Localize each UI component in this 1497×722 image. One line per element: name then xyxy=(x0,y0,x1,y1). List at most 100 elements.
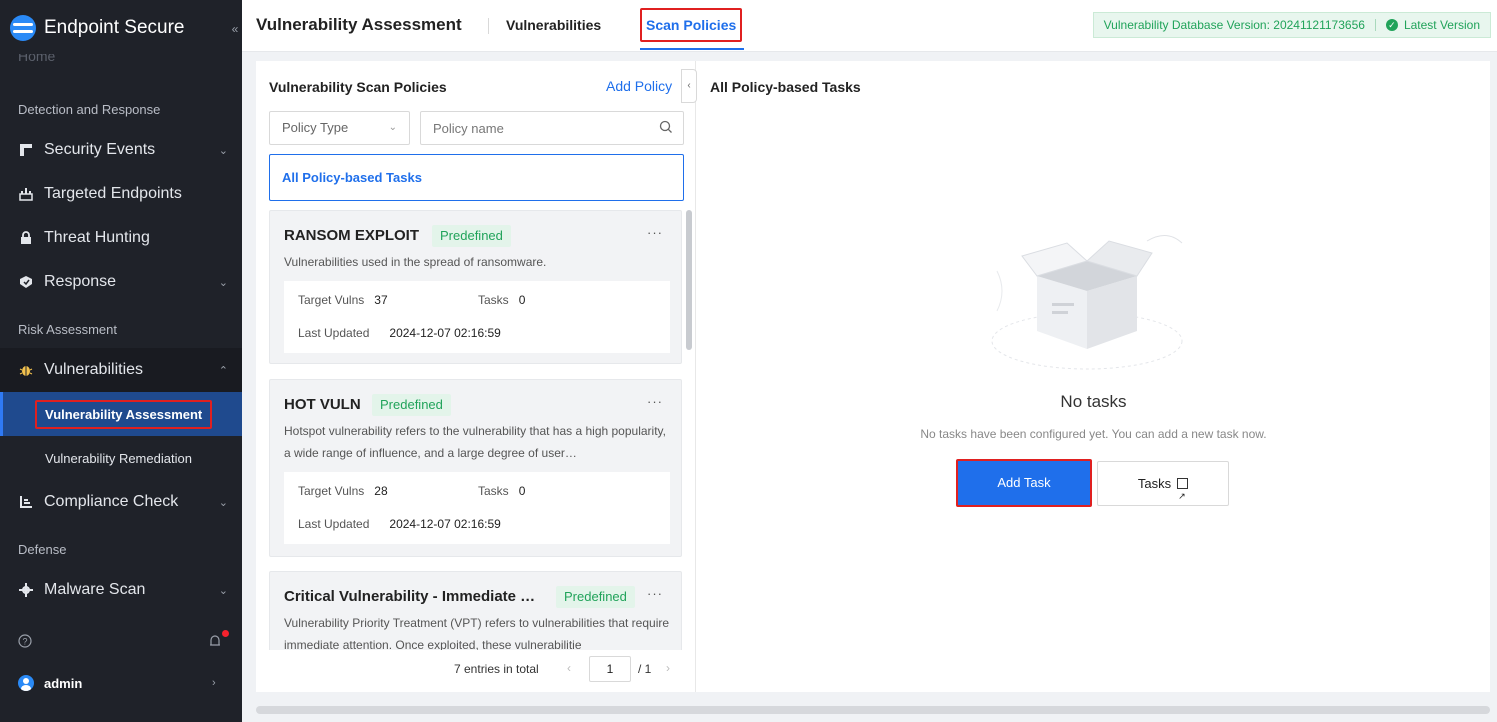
endpoint-secure-logo-icon xyxy=(10,15,36,41)
section-detection: Detection and Response xyxy=(18,102,161,117)
db-version-text: Vulnerability Database Version: 20241121… xyxy=(1103,18,1365,32)
sidebar-item-vulnerability-remediation[interactable]: Vulnerability Remediation xyxy=(0,436,242,480)
chevron-right-icon: › xyxy=(212,677,216,689)
external-link-icon xyxy=(1177,475,1189,518)
policy-type-placeholder: Policy Type xyxy=(282,120,349,135)
more-options-icon[interactable]: ··· xyxy=(647,225,663,240)
policy-stats: Target Vulns 37 Tasks 0 Last Updated 2024-1… xyxy=(284,281,670,353)
policy-card[interactable]: Critical Vulnerability - Immediate … Pre… xyxy=(269,571,682,650)
last-updated-stat: Last Updated 2024-12-07 02:16:59 xyxy=(298,517,501,531)
stat-value: 0 xyxy=(518,293,526,307)
sidebar-item-label: Threat Hunting xyxy=(44,229,150,246)
sidebar-item-label: Vulnerability Assessment xyxy=(35,399,213,429)
tab-vulnerabilities[interactable]: Vulnerabilities xyxy=(506,17,601,33)
policy-description: Hotspot vulnerability refers to the vuln… xyxy=(284,424,666,460)
chevron-down-icon: ⌄ xyxy=(388,122,397,133)
empty-state-description: No tasks have been configured yet. You c… xyxy=(920,427,1267,441)
last-updated-stat: Last Updated 2024-12-07 02:16:59 xyxy=(298,326,501,340)
bug-icon xyxy=(18,362,34,378)
check-circle-icon: ✓ xyxy=(1385,19,1398,31)
more-options-icon[interactable]: ··· xyxy=(647,394,663,409)
tasks-stat: Tasks 0 xyxy=(478,293,525,307)
stat-value: 2024-12-07 02:16:59 xyxy=(389,517,501,531)
chevron-down-icon: ⌄ xyxy=(218,496,228,509)
active-tab-indicator xyxy=(640,48,744,50)
sidebar-item-malware-scan[interactable]: Malware Scan ⌄ xyxy=(0,568,242,612)
policy-description: Vulnerability Priority Treatment (VPT) r… xyxy=(284,616,670,650)
policy-name-input[interactable] xyxy=(421,112,641,144)
gear-icon xyxy=(18,582,34,598)
stat-value: 28 xyxy=(374,484,388,498)
policy-search-box[interactable] xyxy=(420,111,684,145)
policy-name: RANSOM EXPLOIT xyxy=(284,227,420,244)
more-options-icon[interactable]: ··· xyxy=(647,586,663,601)
policy-name: HOT VULN xyxy=(284,396,361,413)
compliance-icon xyxy=(18,494,34,510)
user-menu[interactable]: admin xyxy=(18,675,82,691)
db-version-separator xyxy=(1374,19,1376,31)
lock-icon xyxy=(18,230,34,246)
next-page-chevron-icon[interactable]: › xyxy=(666,661,670,675)
policy-card[interactable]: RANSOM EXPLOIT Predefined ··· Vulnerabil… xyxy=(269,210,682,364)
chevron-up-icon: ⌃ xyxy=(218,364,228,377)
page-count: / 1 xyxy=(638,662,652,676)
collapse-sidebar-icon[interactable]: « xyxy=(228,20,242,38)
stat-label: Tasks xyxy=(478,293,509,307)
sidebar-item-vulnerability-assessment[interactable]: Vulnerability Assessment xyxy=(0,392,242,436)
sidebar-item-compliance-check[interactable]: Compliance Check ⌄ xyxy=(0,480,242,524)
stat-value: 0 xyxy=(518,484,526,498)
sidebar: Endpoint Secure « Home Detection and Res… xyxy=(0,0,242,722)
section-defense: Defense xyxy=(18,542,67,557)
empty-box-illustration-icon xyxy=(991,235,1183,370)
header-divider xyxy=(488,18,489,34)
chevron-down-icon: ⌄ xyxy=(218,584,228,597)
target-vulns-stat: Target Vulns 37 xyxy=(298,293,388,307)
tasks-stat: Tasks 0 xyxy=(478,484,525,498)
predefined-badge: Predefined xyxy=(556,586,635,608)
chevron-down-icon: ⌄ xyxy=(218,144,228,157)
add-policy-link[interactable]: Add Policy xyxy=(606,78,672,94)
sidebar-item-targeted-endpoints[interactable]: Targeted Endpoints xyxy=(0,172,242,216)
sidebar-item-vulnerabilities[interactable]: Vulnerabilities ⌃ xyxy=(0,348,242,392)
sidebar-item-security-events[interactable]: Security Events ⌄ xyxy=(0,128,242,172)
stat-label: Target Vulns xyxy=(298,484,365,498)
stat-value: 2024-12-07 02:16:59 xyxy=(389,326,501,340)
policy-panel-title: Vulnerability Scan Policies xyxy=(269,79,447,95)
username: admin xyxy=(44,675,83,691)
brand-name: Endpoint Secure xyxy=(44,17,185,38)
help-icon[interactable]: ? xyxy=(18,634,32,651)
tasks-button-label: Tasks xyxy=(1137,476,1172,491)
search-icon[interactable] xyxy=(659,120,673,134)
collapse-panel-chevron-left-icon[interactable]: ‹ xyxy=(681,69,697,103)
policy-list-panel: Vulnerability Scan Policies Add Policy ‹… xyxy=(256,61,697,692)
policy-card-list: RANSOM EXPLOIT Predefined ··· Vulnerabil… xyxy=(269,210,684,650)
prev-page-chevron-icon[interactable]: ‹ xyxy=(567,661,571,675)
policy-card[interactable]: HOT VULN Predefined ··· Hotspot vulnerab… xyxy=(269,379,682,557)
sidebar-item-label: Vulnerabilities xyxy=(44,361,144,378)
notification-badge xyxy=(222,630,229,637)
sidebar-item-response[interactable]: Response ⌄ xyxy=(0,260,242,304)
security-events-icon xyxy=(18,142,34,158)
policy-list-scrollbar[interactable] xyxy=(686,210,692,350)
add-task-button[interactable]: Add Task xyxy=(956,459,1092,507)
sidebar-item-label: Compliance Check xyxy=(44,493,179,510)
empty-state-title: No tasks xyxy=(1060,392,1127,411)
sidebar-item-label: Response xyxy=(44,273,117,290)
sidebar-item-home[interactable]: Home xyxy=(18,54,55,68)
policy-type-select[interactable]: Policy Type ⌄ xyxy=(269,111,410,145)
predefined-badge: Predefined xyxy=(432,225,511,247)
tasks-button[interactable]: Tasks xyxy=(1097,461,1229,518)
shield-icon xyxy=(18,274,34,290)
tasks-panel-title: All Policy-based Tasks xyxy=(710,79,861,95)
policy-name: Critical Vulnerability - Immediate … xyxy=(284,588,536,605)
all-policy-tasks-item[interactable]: All Policy-based Tasks xyxy=(269,154,684,201)
page-number-input[interactable]: 1 xyxy=(589,656,631,682)
notification-bell-icon[interactable] xyxy=(208,634,222,651)
stat-label: Last Updated xyxy=(298,326,370,340)
user-avatar-icon xyxy=(18,675,34,691)
horizontal-scrollbar[interactable] xyxy=(256,706,1490,714)
svg-text:?: ? xyxy=(22,637,27,647)
tasks-panel: All Policy-based Tasks No tasks No tasks… xyxy=(697,61,1490,692)
sidebar-item-threat-hunting[interactable]: Threat Hunting xyxy=(0,216,242,260)
tab-scan-policies[interactable]: Scan Policies xyxy=(640,8,743,42)
